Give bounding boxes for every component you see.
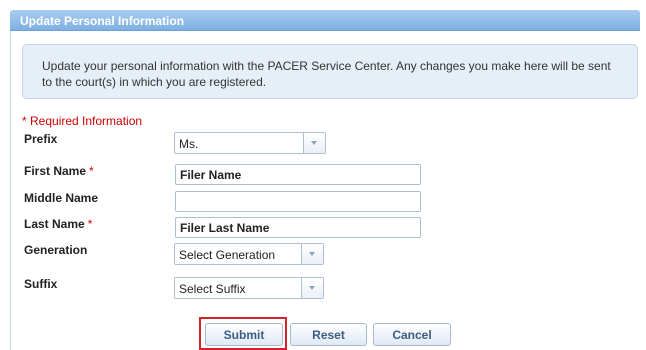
required-info-note: * Required Information [22, 114, 143, 128]
last-name-label-text: Last Name [24, 217, 85, 231]
middle-name-label-text: Middle Name [24, 191, 99, 205]
generation-select-value: Select Generation [179, 248, 276, 262]
generation-label-text: Generation [24, 243, 88, 257]
prefix-select[interactable]: Ms. [174, 132, 326, 154]
middle-name-label: Middle Name [24, 191, 98, 205]
chevron-down-icon [309, 252, 315, 256]
generation-dropdown-button[interactable] [301, 244, 323, 264]
generation-select[interactable]: Select Generation [174, 243, 324, 265]
last-name-field[interactable] [175, 217, 421, 238]
required-asterisk: * [89, 164, 94, 178]
info-text: Update your personal information with th… [42, 59, 611, 89]
reset-button[interactable]: Reset [290, 323, 367, 346]
first-name-label: First Name * [24, 164, 94, 178]
suffix-label-text: Suffix [24, 277, 58, 291]
info-box: Update your personal information with th… [22, 44, 638, 99]
chevron-down-icon [309, 286, 315, 290]
panel-title: Update Personal Information [20, 14, 185, 28]
panel-header: Update Personal Information [10, 10, 640, 31]
prefix-select-value: Ms. [179, 137, 199, 151]
prefix-label-text: Prefix [24, 132, 58, 146]
suffix-select[interactable]: Select Suffix [174, 277, 324, 299]
last-name-label: Last Name * [24, 217, 92, 231]
suffix-dropdown-button[interactable] [301, 278, 323, 298]
prefix-label: Prefix [24, 132, 57, 146]
suffix-select-value: Select Suffix [179, 282, 246, 296]
chevron-down-icon [311, 141, 317, 145]
generation-label: Generation [24, 243, 87, 257]
first-name-field[interactable] [175, 164, 421, 185]
prefix-dropdown-button[interactable] [303, 133, 325, 153]
first-name-label-text: First Name [24, 164, 87, 178]
middle-name-field[interactable] [175, 191, 421, 212]
submit-button[interactable]: Submit [205, 323, 283, 346]
required-asterisk: * [87, 217, 93, 231]
cancel-button[interactable]: Cancel [373, 323, 451, 346]
suffix-label: Suffix [24, 277, 57, 291]
